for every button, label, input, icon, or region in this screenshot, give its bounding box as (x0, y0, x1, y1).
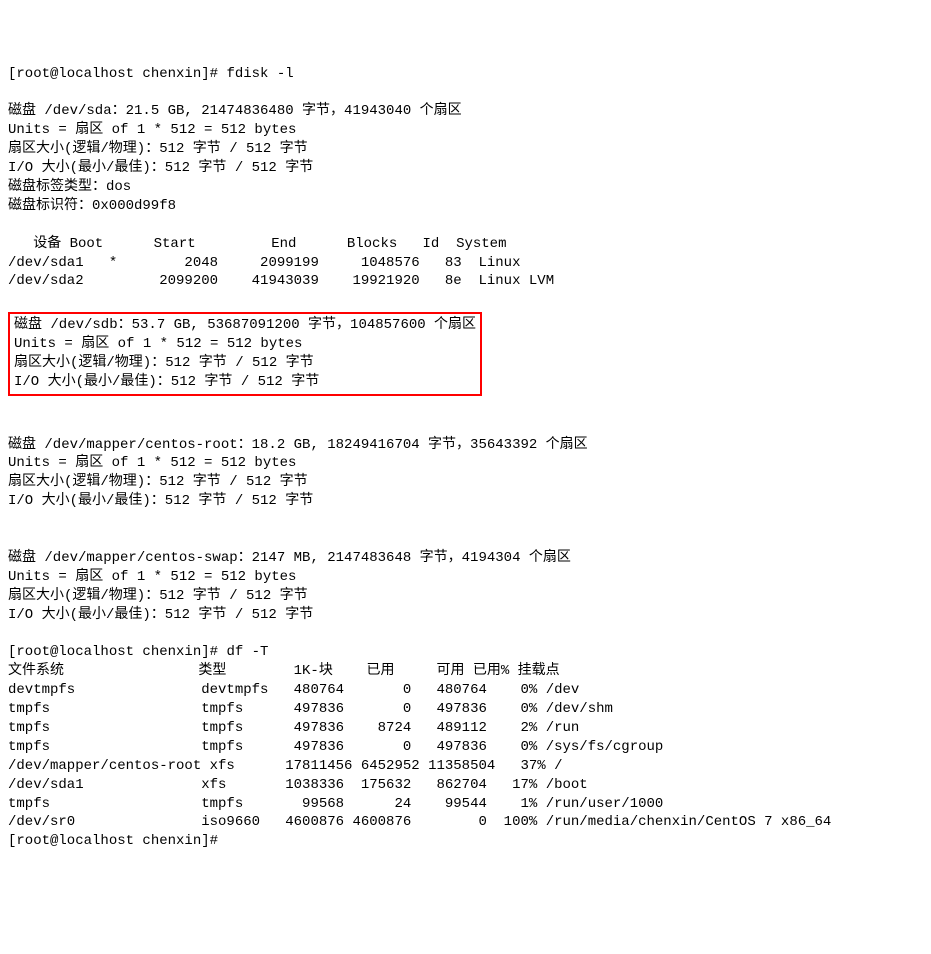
partition-header: 设备 Boot Start End Blocks Id System (8, 236, 506, 252)
swap-units: Units = 扇区 of 1 * 512 = 512 bytes (8, 569, 296, 585)
prompt-line: [root@localhost chenxin]# fdisk -l (8, 66, 294, 82)
df-row-devtmpfs: devtmpfs devtmpfs 480764 0 480764 0% /de… (8, 682, 579, 698)
prompt-line: [root@localhost chenxin]# df -T (8, 644, 268, 660)
command-df: df -T (226, 644, 268, 660)
swap-header: 磁盘 /dev/mapper/centos-swap：2147 MB, 2147… (8, 550, 571, 566)
partition-row-sda1: /dev/sda1 * 2048 2099199 1048576 83 Linu… (8, 255, 520, 271)
df-row-tmpfs-run: tmpfs tmpfs 497836 8724 489112 2% /run (8, 720, 579, 736)
sda-id: 磁盘标识符：0x000d99f8 (8, 198, 176, 214)
sdb-sector: 扇区大小(逻辑/物理)：512 字节 / 512 字节 (14, 355, 314, 371)
sdb-header: 磁盘 /dev/sdb：53.7 GB, 53687091200 字节，1048… (14, 317, 476, 333)
swap-io: I/O 大小(最小/最佳)：512 字节 / 512 字节 (8, 607, 313, 623)
df-row-sda1: /dev/sda1 xfs 1038336 175632 862704 17% … (8, 777, 588, 793)
sda-header: 磁盘 /dev/sda：21.5 GB, 21474836480 字节，4194… (8, 103, 462, 119)
root-units: Units = 扇区 of 1 * 512 = 512 bytes (8, 455, 296, 471)
sda-label: 磁盘标签类型：dos (8, 179, 131, 195)
partition-row-sda2: /dev/sda2 2099200 41943039 19921920 8e L… (8, 273, 554, 289)
terminal-output: [root@localhost chenxin]# fdisk -l 磁盘 /d… (8, 65, 923, 852)
shell-prompt: [root@localhost chenxin]# (8, 833, 226, 849)
prompt-line[interactable]: [root@localhost chenxin]# (8, 833, 226, 849)
shell-prompt: [root@localhost chenxin]# (8, 66, 226, 82)
df-header: 文件系统 类型 1K-块 已用 可用 已用% 挂载点 (8, 663, 560, 679)
sda-units: Units = 扇区 of 1 * 512 = 512 bytes (8, 122, 296, 138)
df-row-sr0: /dev/sr0 iso9660 4600876 4600876 0 100% … (8, 814, 831, 830)
command-fdisk: fdisk -l (226, 66, 293, 82)
df-row-root: /dev/mapper/centos-root xfs 17811456 645… (8, 758, 563, 774)
root-sector: 扇区大小(逻辑/物理)：512 字节 / 512 字节 (8, 474, 308, 490)
root-header: 磁盘 /dev/mapper/centos-root：18.2 GB, 1824… (8, 437, 588, 453)
sdb-units: Units = 扇区 of 1 * 512 = 512 bytes (14, 336, 302, 352)
df-row-tmpfs-shm: tmpfs tmpfs 497836 0 497836 0% /dev/shm (8, 701, 613, 717)
sda-io: I/O 大小(最小/最佳)：512 字节 / 512 字节 (8, 160, 313, 176)
shell-prompt: [root@localhost chenxin]# (8, 644, 226, 660)
df-row-tmpfs-user: tmpfs tmpfs 99568 24 99544 1% /run/user/… (8, 796, 663, 812)
df-row-tmpfs-cgroup: tmpfs tmpfs 497836 0 497836 0% /sys/fs/c… (8, 739, 663, 755)
swap-sector: 扇区大小(逻辑/物理)：512 字节 / 512 字节 (8, 588, 308, 604)
root-io: I/O 大小(最小/最佳)：512 字节 / 512 字节 (8, 493, 313, 509)
sda-sector: 扇区大小(逻辑/物理)：512 字节 / 512 字节 (8, 141, 308, 157)
sdb-io: I/O 大小(最小/最佳)：512 字节 / 512 字节 (14, 374, 319, 390)
sdb-highlight-box: 磁盘 /dev/sdb：53.7 GB, 53687091200 字节，1048… (8, 312, 482, 396)
